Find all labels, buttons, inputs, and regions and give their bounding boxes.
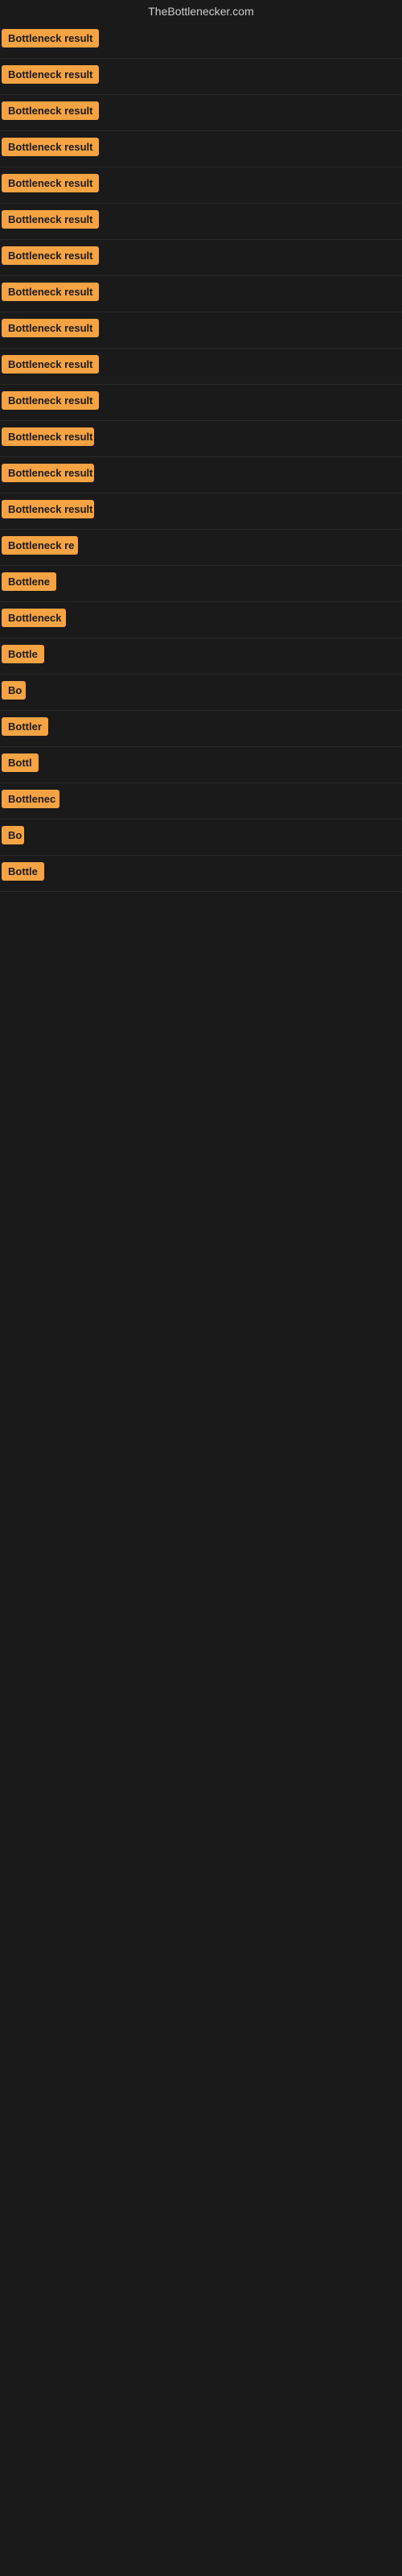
result-row[interactable]: Bottleneck result	[0, 59, 402, 95]
bottleneck-badge[interactable]: Bottleneck result	[2, 101, 99, 120]
result-row[interactable]: Bottleneck result	[0, 131, 402, 167]
site-title: TheBottlenecker.com	[0, 0, 402, 23]
result-row[interactable]: Bottleneck	[0, 602, 402, 638]
bottleneck-badge[interactable]: Bottle	[2, 862, 44, 881]
result-row[interactable]: Bottleneck re	[0, 530, 402, 566]
bottleneck-badge[interactable]: Bottleneck	[2, 609, 66, 627]
bottleneck-badge[interactable]: Bottlene	[2, 572, 56, 591]
result-row[interactable]: Bottleneck result	[0, 167, 402, 204]
result-row[interactable]: Bottlenec	[0, 783, 402, 819]
bottleneck-badge[interactable]: Bottleneck result	[2, 65, 99, 84]
result-row[interactable]: Bottleneck result	[0, 385, 402, 421]
bottleneck-badge[interactable]: Bottleneck result	[2, 174, 99, 192]
bottleneck-badge[interactable]: Bottl	[2, 753, 39, 772]
result-row[interactable]: Bottleneck result	[0, 457, 402, 493]
bottleneck-badge[interactable]: Bottle	[2, 645, 44, 663]
bottleneck-badge[interactable]: Bottleneck result	[2, 138, 99, 156]
result-row[interactable]: Bottleneck result	[0, 349, 402, 385]
bottleneck-badge[interactable]: Bottleneck result	[2, 427, 94, 446]
result-row[interactable]: Bottleneck result	[0, 493, 402, 530]
result-row[interactable]: Bottleneck result	[0, 312, 402, 349]
bottleneck-badge[interactable]: Bottleneck result	[2, 210, 99, 229]
result-row[interactable]: Bottleneck result	[0, 95, 402, 131]
bottleneck-badge[interactable]: Bottleneck result	[2, 464, 94, 482]
bottleneck-badge[interactable]: Bottlenec	[2, 790, 59, 808]
result-row[interactable]: Bottleneck result	[0, 240, 402, 276]
result-row[interactable]: Bottleneck result	[0, 204, 402, 240]
result-row[interactable]: Bottlene	[0, 566, 402, 602]
bottleneck-badge[interactable]: Bottleneck result	[2, 391, 99, 410]
result-row[interactable]: Bottler	[0, 711, 402, 747]
result-row[interactable]: Bottleneck result	[0, 23, 402, 59]
result-row[interactable]: Bo	[0, 675, 402, 711]
bottleneck-badge[interactable]: Bottleneck result	[2, 355, 99, 374]
bottleneck-badge[interactable]: Bottler	[2, 717, 48, 736]
bottleneck-badge[interactable]: Bottleneck result	[2, 319, 99, 337]
bottleneck-badge[interactable]: Bottleneck result	[2, 283, 99, 301]
bottleneck-badge[interactable]: Bottleneck result	[2, 246, 99, 265]
result-row[interactable]: Bottle	[0, 638, 402, 675]
result-row[interactable]: Bottle	[0, 856, 402, 892]
bottleneck-badge[interactable]: Bottleneck re	[2, 536, 78, 555]
result-row[interactable]: Bottl	[0, 747, 402, 783]
bottleneck-badge[interactable]: Bo	[2, 826, 24, 844]
results-container: Bottleneck result Bottleneck result Bottle…	[0, 23, 402, 892]
bottleneck-badge[interactable]: Bo	[2, 681, 26, 700]
bottleneck-badge[interactable]: Bottleneck result	[2, 500, 94, 518]
bottleneck-badge[interactable]: Bottleneck result	[2, 29, 99, 47]
result-row[interactable]: Bottleneck result	[0, 421, 402, 457]
result-row[interactable]: Bottleneck result	[0, 276, 402, 312]
result-row[interactable]: Bo	[0, 819, 402, 856]
